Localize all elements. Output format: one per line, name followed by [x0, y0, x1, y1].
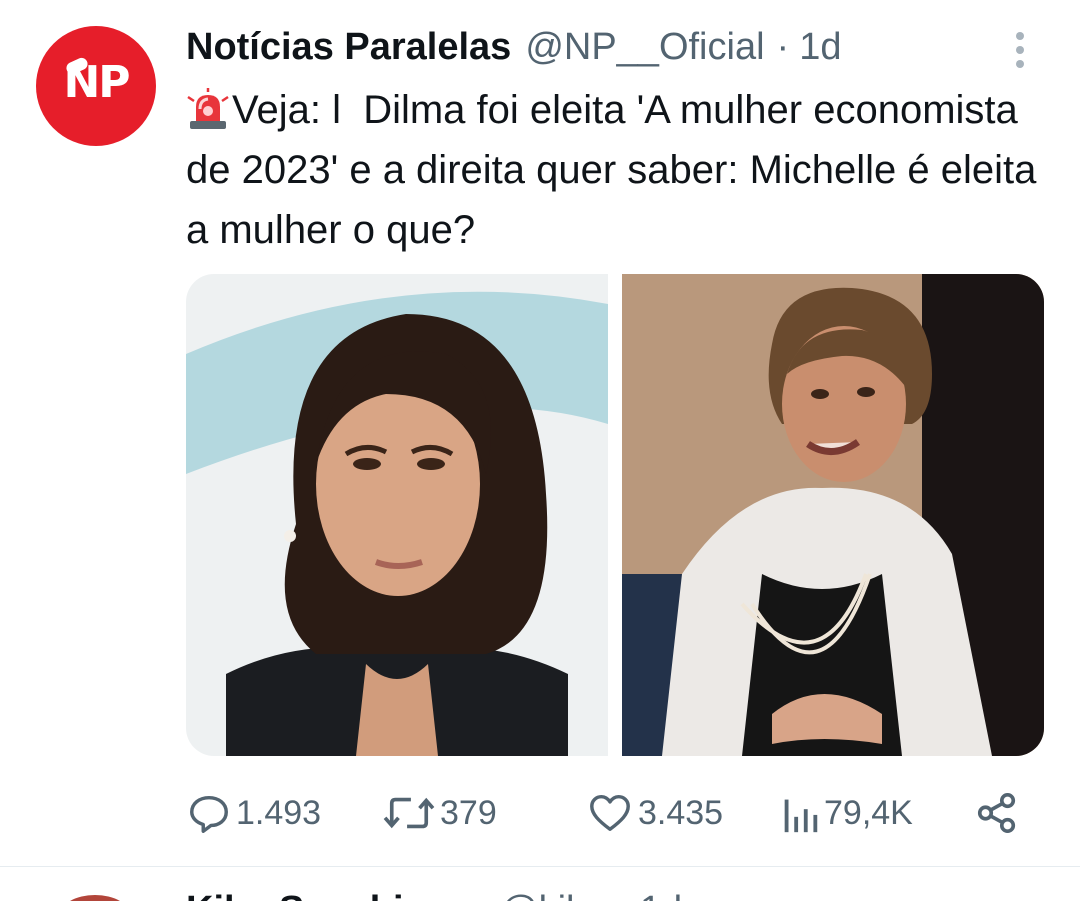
share-button[interactable] [974, 786, 1024, 840]
like-count: 3.435 [638, 793, 724, 832]
retweet-icon [383, 797, 435, 829]
retweet-button[interactable]: 379 [382, 786, 497, 840]
tweet-text-container: Veja: l Dilma foi eleita 'A mulher econo… [186, 80, 1046, 260]
views-count: 79,4K [824, 793, 913, 832]
tweet-actions: 1.493 379 3.435 79,4K [186, 786, 1046, 840]
rotating-light-icon [187, 88, 229, 129]
next-user-handle[interactable]: @kiko · 1d [500, 889, 682, 901]
retweet-count: 379 [440, 793, 497, 832]
photo-dilma-image [622, 274, 1044, 756]
next-avatar[interactable] [60, 895, 130, 901]
user-handle[interactable]: @NP__Oficial [525, 26, 764, 69]
more-dot-icon [1016, 60, 1024, 68]
tweet-text: Veja: l Dilma foi eleita 'A mulher econo… [186, 88, 1048, 252]
separator-dot: · [776, 25, 790, 68]
more-dot-icon [1016, 32, 1024, 40]
photo-michelle[interactable] [186, 274, 608, 756]
next-display-name[interactable]: Kiko Sanchi [186, 889, 404, 901]
reply-icon [190, 795, 228, 833]
tweet-header: Notícias Paralelas @NP__Oficial · 1d [186, 22, 841, 72]
views-chart-icon [784, 799, 818, 833]
share-icon [977, 792, 1016, 834]
reply-count: 1.493 [236, 793, 322, 832]
more-dot-icon [1016, 46, 1024, 54]
display-name[interactable]: Notícias Paralelas [186, 26, 511, 69]
more-options-button[interactable] [1004, 28, 1036, 72]
tweet[interactable]: NP Notícias Paralelas @NP__Oficial · 1d … [0, 0, 1080, 866]
like-button[interactable]: 3.435 [586, 786, 723, 840]
photo-dilma[interactable] [622, 274, 1044, 756]
next-tweet-preview[interactable]: Kiko Sanchi @kiko · 1d [0, 867, 1080, 901]
timestamp[interactable]: 1d [799, 26, 841, 69]
reply-button[interactable]: 1.493 [186, 786, 321, 840]
views-button[interactable]: 79,4K [780, 786, 913, 840]
avatar[interactable]: NP [36, 26, 156, 146]
avatar-logo-text: NP [63, 56, 130, 108]
photo-michelle-image [186, 274, 608, 756]
media-grid [186, 274, 1044, 756]
heart-icon [590, 794, 630, 832]
